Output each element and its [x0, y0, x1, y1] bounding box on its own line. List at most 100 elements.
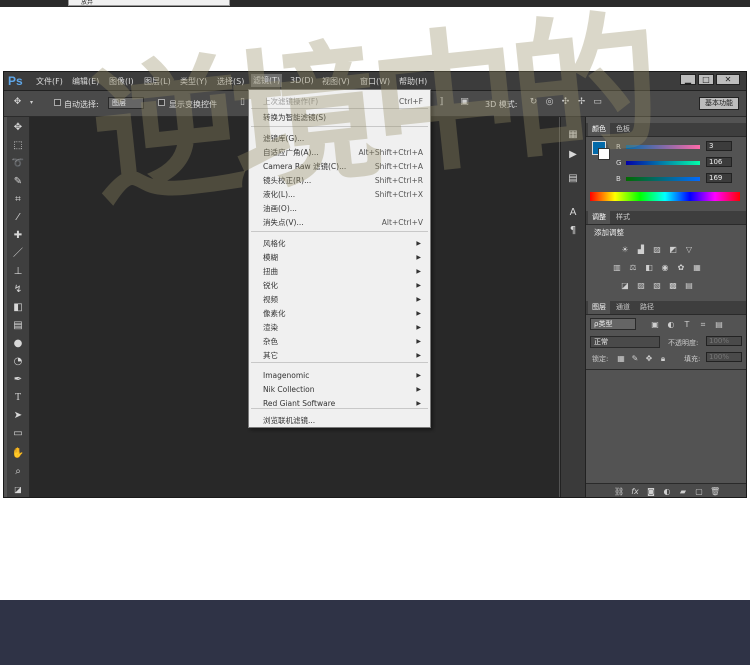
3d-scale-icon[interactable]: ▭ [592, 97, 603, 108]
filter-menu-item[interactable]: 油画(O)... [263, 203, 423, 215]
path-select-icon[interactable]: ➤ [11, 409, 25, 423]
layers-list[interactable] [586, 369, 746, 482]
filter-menu-item[interactable]: Red Giant Software ▶ [263, 398, 423, 410]
lock-transparency-icon[interactable]: ▦ [616, 354, 626, 363]
filter-menu-item[interactable]: 渲染 ▶ [263, 322, 423, 334]
lock-position-icon[interactable]: ✥ [644, 354, 654, 363]
r-slider[interactable] [626, 145, 700, 149]
distribute-icon[interactable]: ⟧ [436, 97, 447, 108]
filter-menu-item[interactable]: 消失点(V)... Alt+Ctrl+V [263, 217, 423, 229]
exposure-icon[interactable]: ◩ [668, 245, 678, 254]
healing-brush-icon[interactable]: ✚ [11, 229, 25, 243]
filter-menu-item[interactable]: Nik Collection ▶ [263, 384, 423, 396]
hue-saturation-icon[interactable]: ▥ [612, 263, 622, 272]
add-mask-icon[interactable]: ◙ [646, 487, 656, 496]
gradient-map-icon[interactable]: ▤ [684, 281, 694, 290]
filter-menu-item[interactable]: 液化(L)... Shift+Ctrl+X [263, 189, 423, 201]
b-value[interactable]: 169 [706, 173, 732, 183]
filter-menu-item[interactable]: Camera Raw 滤镜(C)... Shift+Ctrl+A [263, 161, 423, 173]
zoom-tool-icon[interactable]: ⌕ [11, 465, 25, 479]
g-value[interactable]: 106 [706, 157, 732, 167]
lock-paint-icon[interactable]: ✎ [630, 354, 640, 363]
filter-menu-item[interactable]: 滤镜库(G)... [263, 133, 423, 145]
show-transform-checkbox[interactable] [158, 99, 165, 106]
filter-smart-icon[interactable]: ▤ [714, 320, 724, 329]
layer-kind-filter[interactable]: ρ类型 [590, 318, 636, 330]
filter-shape-icon[interactable]: ⌗ [698, 320, 708, 329]
selective-color-icon[interactable]: ▩ [668, 281, 678, 290]
align-icon[interactable]: ▯ [237, 97, 248, 108]
chevron-down-icon[interactable]: ▾ [26, 97, 37, 108]
tab-adjustments[interactable]: 调整 [588, 211, 610, 224]
filter-menu-item[interactable]: 转换为智能滤镜(S) [263, 112, 423, 124]
color-lookup-icon[interactable]: ▦ [692, 263, 702, 272]
tab-paths[interactable]: 路径 [636, 301, 658, 314]
menu-select[interactable]: 选择(S) [217, 76, 244, 87]
filter-menu-item[interactable]: 自适应广角(A)... Alt+Shift+Ctrl+A [263, 147, 423, 159]
black-white-icon[interactable]: ◧ [644, 263, 654, 272]
hand-tool-icon[interactable]: ✋ [11, 447, 25, 461]
actions-panel-icon[interactable]: ▶ [567, 149, 579, 161]
lasso-tool-icon[interactable]: ➰ [11, 157, 25, 171]
gradient-tool-icon[interactable]: ▤ [11, 319, 25, 333]
fx-icon[interactable]: fx [630, 487, 640, 496]
photo-filter-icon[interactable]: ◉ [660, 263, 670, 272]
pen-tool-icon[interactable]: ✒ [11, 373, 25, 387]
move-tool-icon[interactable]: ✥ [11, 121, 25, 135]
tab-channels[interactable]: 通道 [612, 301, 634, 314]
filter-menu-item[interactable]: 扭曲 ▶ [263, 266, 423, 278]
auto-align-icon[interactable]: ▣ [459, 97, 470, 108]
marquee-tool-icon[interactable]: ⬚ [11, 139, 25, 153]
filter-menu-item[interactable]: 镜头校正(R)... Shift+Ctrl+R [263, 175, 423, 187]
posterize-icon[interactable]: ▨ [636, 281, 646, 290]
history-panel-icon[interactable]: ▦ [567, 129, 579, 141]
menu-type[interactable]: 类型(Y) [180, 76, 207, 87]
threshold-icon[interactable]: ▧ [652, 281, 662, 290]
menu-help[interactable]: 帮助(H) [399, 76, 427, 87]
filter-menu-item[interactable]: 浏览联机滤镜... [263, 415, 423, 427]
character-panel-icon[interactable]: A [567, 207, 579, 219]
new-layer-icon[interactable]: ▢ [694, 487, 704, 496]
maximize-button[interactable]: □ [698, 74, 714, 85]
levels-icon[interactable]: ▟ [636, 245, 646, 254]
move-tool-preset-icon[interactable]: ✥ [12, 97, 23, 108]
menu-layer[interactable]: 图层(L) [144, 76, 171, 87]
new-adjustment-icon[interactable]: ◐ [662, 487, 672, 496]
menu-window[interactable]: 窗口(W) [360, 76, 390, 87]
type-tool-icon[interactable]: T [11, 391, 25, 405]
blur-tool-icon[interactable]: ● [11, 337, 25, 351]
lock-all-icon[interactable]: 🔒︎ [658, 354, 668, 363]
b-slider[interactable] [626, 177, 700, 181]
invert-icon[interactable]: ◪ [620, 281, 630, 290]
quick-select-tool-icon[interactable]: ✎ [11, 175, 25, 189]
clone-stamp-icon[interactable]: ⊥ [11, 265, 25, 279]
minimize-button[interactable]: ▁ [680, 74, 696, 85]
3d-pan-icon[interactable]: ✣ [560, 97, 571, 108]
tab-color[interactable]: 颜色 [588, 123, 610, 136]
menu-filter[interactable]: 滤镜(T) [251, 74, 283, 87]
tab-swatches[interactable]: 色板 [612, 123, 634, 136]
filter-menu-item[interactable]: 模糊 ▶ [263, 252, 423, 264]
background-color-swatch[interactable] [598, 148, 610, 160]
filter-menu-item[interactable]: Imagenomic ▶ [263, 370, 423, 382]
close-button[interactable]: ✕ [716, 74, 740, 85]
g-slider[interactable] [626, 161, 700, 165]
menu-file[interactable]: 文件(F) [36, 76, 63, 87]
tab-layers[interactable]: 图层 [588, 301, 610, 314]
3d-rotate-icon[interactable]: ↻ [528, 97, 539, 108]
brightness-icon[interactable]: ☀ [620, 245, 630, 254]
filter-menu-item[interactable]: 视频 ▶ [263, 294, 423, 306]
eyedropper-tool-icon[interactable]: ⁄ [11, 211, 25, 225]
filter-menu-item[interactable]: 风格化 ▶ [263, 238, 423, 250]
color-swatches-icon[interactable]: ◪ [11, 483, 25, 497]
history-brush-icon[interactable]: ↯ [11, 283, 25, 297]
color-spectrum-bar[interactable] [590, 192, 740, 201]
opacity-field[interactable]: 100% [706, 336, 742, 346]
channel-mixer-icon[interactable]: ✿ [676, 263, 686, 272]
auto-select-checkbox[interactable] [54, 99, 61, 106]
filter-menu-item[interactable]: 上次滤镜操作(F) Ctrl+F [263, 96, 423, 108]
filter-menu-item[interactable]: 像素化 ▶ [263, 308, 423, 320]
brush-tool-icon[interactable]: ／ [11, 247, 25, 261]
link-layers-icon[interactable]: ⛓ [614, 487, 624, 496]
fill-field[interactable]: 100% [706, 352, 742, 362]
